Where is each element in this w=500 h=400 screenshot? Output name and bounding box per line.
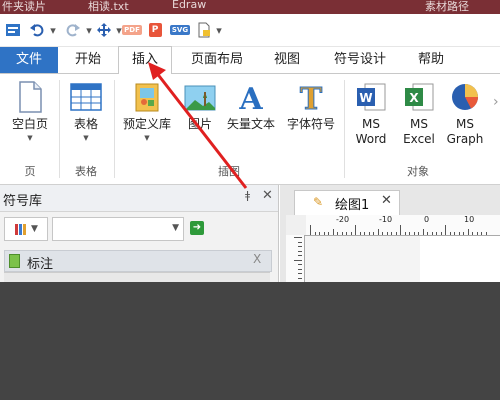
- app-window: 件夹读片 相读.txt Edraw 素材路径 ▾ ▾ ▾ PDF P SVG ▾…: [0, 0, 500, 282]
- annotation-arrow: [148, 62, 248, 189]
